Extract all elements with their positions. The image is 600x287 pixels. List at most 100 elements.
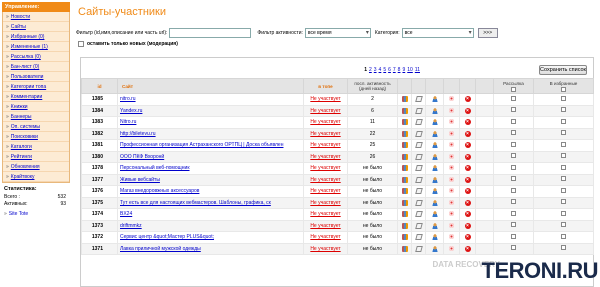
col-site[interactable]: Сайт xyxy=(117,78,304,94)
status-link[interactable]: Не участвует xyxy=(310,234,340,240)
page-link[interactable]: 5 xyxy=(383,67,386,73)
link-icon[interactable] xyxy=(449,199,454,205)
stats-icon[interactable] xyxy=(401,211,408,218)
favorite-checkbox[interactable] xyxy=(561,176,566,182)
sidebar-item[interactable]: Рассылка (0) xyxy=(3,52,69,62)
site-link[interactable]: Сервис центр &quot;Мастер PLUS&quot; xyxy=(120,234,214,240)
mailing-checkbox[interactable] xyxy=(511,187,516,193)
link-icon[interactable] xyxy=(449,245,454,251)
mailing-checkbox[interactable] xyxy=(511,233,516,239)
status-link[interactable]: Не участвует xyxy=(310,246,340,252)
sidebar-item[interactable]: Бан-лист (0) xyxy=(3,62,69,72)
status-link[interactable]: Не участвует xyxy=(310,188,340,194)
site-link[interactable]: Yandex.ru xyxy=(120,108,142,114)
edit-icon[interactable] xyxy=(414,153,423,160)
link-icon[interactable] xyxy=(449,165,454,171)
page-link[interactable]: 3 xyxy=(374,67,377,73)
new-only-option[interactable]: оставить только новых (модерация) xyxy=(78,41,178,47)
site-link[interactable]: nitro.ru xyxy=(120,96,136,102)
sidebar-item[interactable]: Крайтвоку xyxy=(3,172,69,182)
mailing-checkbox[interactable] xyxy=(511,130,516,136)
delete-icon[interactable]: × xyxy=(464,199,471,206)
sidebar-item[interactable]: Пользователи xyxy=(3,72,69,82)
edit-icon[interactable] xyxy=(414,176,423,183)
status-link[interactable]: Не участвует xyxy=(310,200,340,206)
stats-icon[interactable] xyxy=(401,176,408,183)
favorite-checkbox[interactable] xyxy=(561,118,566,124)
col-top[interactable]: в топе xyxy=(303,78,348,94)
edit-icon[interactable] xyxy=(414,130,423,137)
delete-icon[interactable]: × xyxy=(464,222,471,229)
site-link[interactable]: Персональный веб-помощник xyxy=(120,165,190,171)
link-icon[interactable] xyxy=(449,130,454,136)
link-icon[interactable] xyxy=(449,222,454,228)
status-link[interactable]: Не участвует xyxy=(310,108,340,114)
delete-icon[interactable]: × xyxy=(464,107,471,114)
site-link[interactable]: Профессионная организация Астраханского … xyxy=(120,142,283,148)
delete-icon[interactable]: × xyxy=(464,165,471,172)
mailing-checkbox[interactable] xyxy=(511,164,516,170)
mailing-checkbox[interactable] xyxy=(511,153,516,159)
user-icon[interactable] xyxy=(431,211,438,218)
delete-icon[interactable]: × xyxy=(464,211,471,218)
mailing-checkbox[interactable] xyxy=(511,95,516,101)
user-icon[interactable] xyxy=(431,176,438,183)
site-link[interactable]: Nitro.ru xyxy=(120,119,136,125)
delete-icon[interactable]: × xyxy=(464,130,471,137)
link-icon[interactable] xyxy=(449,119,454,125)
page-link[interactable]: 2 xyxy=(369,67,372,73)
status-link[interactable]: Не участвует xyxy=(310,96,340,102)
sidebar-item[interactable]: Оп. системы xyxy=(3,122,69,132)
status-link[interactable]: Не участвует xyxy=(310,142,340,148)
favorite-checkbox[interactable] xyxy=(561,164,566,170)
stats-icon[interactable] xyxy=(401,119,408,126)
page-link[interactable]: 1 xyxy=(364,67,367,73)
edit-icon[interactable] xyxy=(414,142,423,149)
link-icon[interactable] xyxy=(449,142,454,148)
delete-icon[interactable]: × xyxy=(464,153,471,160)
sidebar-item[interactable]: Поисковики xyxy=(3,132,69,142)
page-link[interactable]: 9 xyxy=(402,67,405,73)
link-icon[interactable] xyxy=(449,234,454,240)
site-link[interactable]: driftmmkz xyxy=(120,223,142,229)
favorites-all-checkbox[interactable] xyxy=(561,86,566,92)
sidebar-item[interactable]: Обновления xyxy=(3,162,69,172)
link-icon[interactable] xyxy=(449,96,454,102)
delete-icon[interactable]: × xyxy=(464,96,471,103)
sidebar-item[interactable]: Избранные (0) xyxy=(3,32,69,42)
delete-icon[interactable]: × xyxy=(464,188,471,195)
status-link[interactable]: Не участвует xyxy=(310,131,340,137)
text-filter-input[interactable] xyxy=(169,28,252,38)
sidebar-item[interactable]: Комментарии xyxy=(3,92,69,102)
site-link[interactable]: Тут есть все для настоящих вебмастеров. … xyxy=(120,200,271,206)
site-link[interactable]: http://biletevu.ru xyxy=(120,131,156,137)
delete-icon[interactable]: × xyxy=(464,119,471,126)
sidebar-item[interactable]: Каталоги xyxy=(3,142,69,152)
link-icon[interactable] xyxy=(449,107,454,113)
activity-select[interactable]: все время xyxy=(304,28,371,38)
stats-icon[interactable] xyxy=(401,130,408,137)
stats-icon[interactable] xyxy=(401,107,408,114)
favorite-checkbox[interactable] xyxy=(561,245,566,251)
sidebar-item[interactable]: Сайты xyxy=(3,22,69,32)
site-link[interactable]: ООО ПКФ Вхоронй xyxy=(120,154,164,160)
mailing-checkbox[interactable] xyxy=(511,222,516,228)
status-link[interactable]: Не участвует xyxy=(310,177,340,183)
delete-icon[interactable]: × xyxy=(464,142,471,149)
mailing-checkbox[interactable] xyxy=(511,199,516,205)
stats-icon[interactable] xyxy=(401,96,408,103)
edit-icon[interactable] xyxy=(414,188,423,195)
user-icon[interactable] xyxy=(431,107,438,114)
mailing-checkbox[interactable] xyxy=(511,141,516,147)
site-test-link[interactable]: Site Tote xyxy=(2,211,70,217)
user-icon[interactable] xyxy=(431,245,438,252)
stats-icon[interactable] xyxy=(401,222,408,229)
stats-icon[interactable] xyxy=(401,199,408,206)
page-link[interactable]: 6 xyxy=(388,67,391,73)
new-only-checkbox[interactable] xyxy=(78,41,84,47)
mailing-checkbox[interactable] xyxy=(511,107,516,113)
edit-icon[interactable] xyxy=(414,211,423,218)
page-link[interactable]: 11 xyxy=(415,67,420,73)
delete-icon[interactable]: × xyxy=(464,234,471,241)
mailing-all-checkbox[interactable] xyxy=(511,86,516,92)
